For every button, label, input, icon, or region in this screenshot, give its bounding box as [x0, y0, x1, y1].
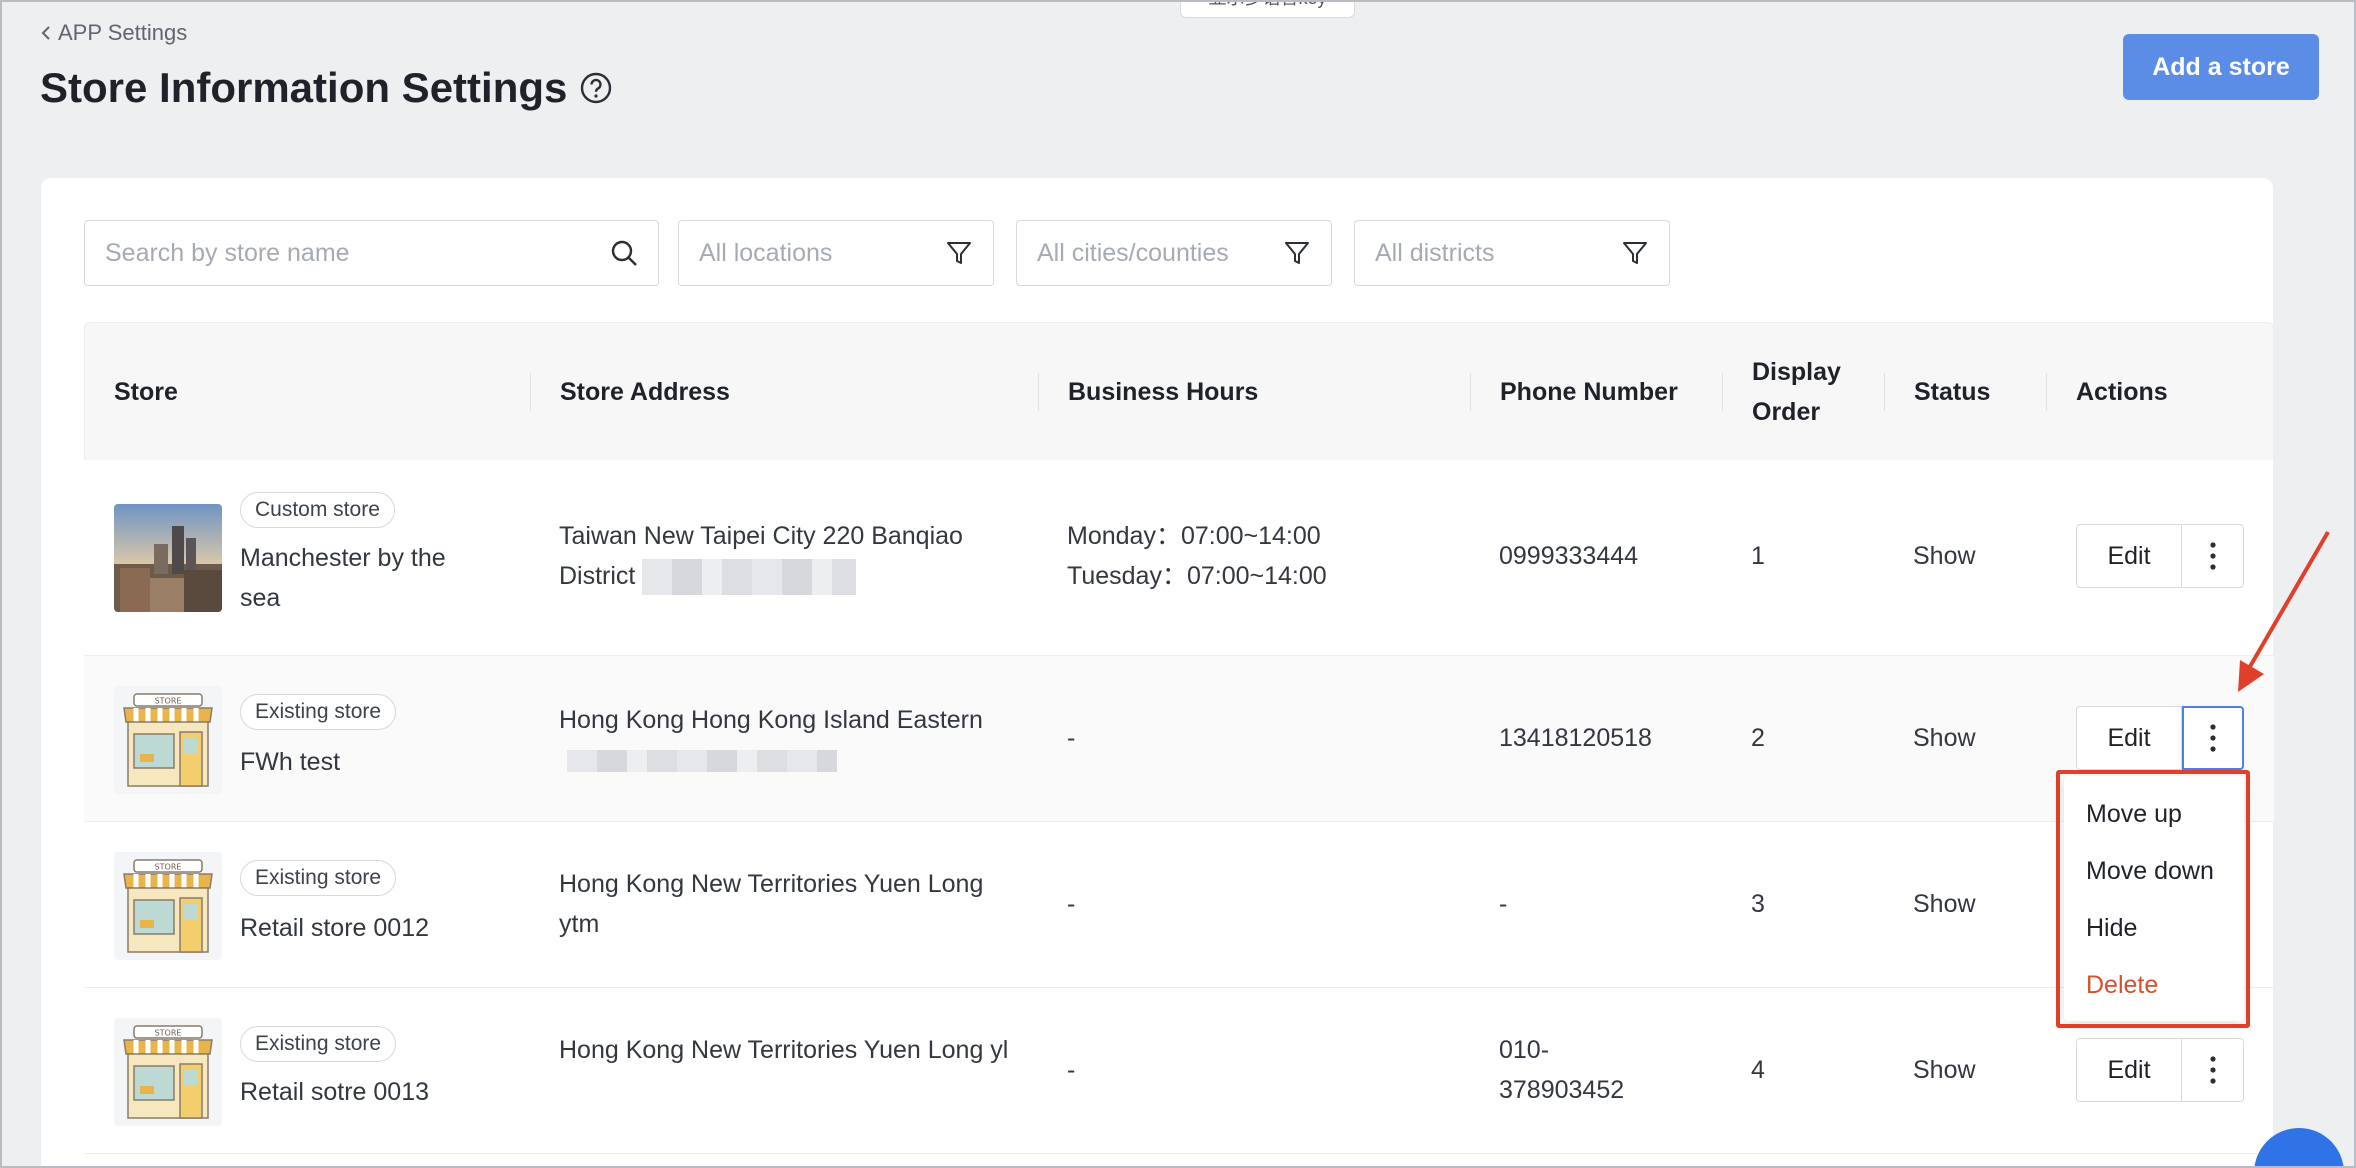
store-photo	[114, 504, 222, 612]
storefront-icon: STORE	[114, 852, 222, 960]
svg-text:STORE: STORE	[155, 697, 182, 706]
cities-filter[interactable]: All cities/counties	[1016, 220, 1332, 286]
back-link[interactable]: APP Settings	[40, 20, 187, 46]
row-actions-menu: Move up Move down Hide Delete	[2064, 776, 2244, 1021]
column-header-store: Store	[114, 378, 178, 406]
store-name: Retail store 0012	[240, 914, 430, 942]
cities-placeholder: All cities/counties	[1037, 238, 1229, 267]
menu-item-hide[interactable]: Hide	[2064, 900, 2244, 957]
edit-button[interactable]: Edit	[2076, 1038, 2182, 1102]
chevron-left-icon	[41, 26, 50, 40]
column-header-address: Store Address	[560, 378, 730, 406]
filter-icon	[947, 242, 971, 264]
menu-item-delete[interactable]: Delete	[2064, 957, 2244, 1014]
page-title: Store Information Settings	[40, 64, 613, 112]
locations-filter[interactable]: All locations	[678, 220, 994, 286]
more-actions-button[interactable]	[2182, 1038, 2244, 1102]
more-vertical-icon	[2209, 1056, 2216, 1084]
column-header-actions: Actions	[2076, 378, 2168, 406]
phone-number: 010-378903452	[1499, 1036, 1625, 1104]
column-divider	[1038, 373, 1039, 411]
filter-icon	[1285, 242, 1309, 264]
column-divider	[1470, 373, 1471, 411]
row-actions: Edit	[2076, 524, 2244, 588]
column-header-status: Status	[1914, 378, 1991, 406]
business-hours: -	[1067, 890, 1076, 918]
column-divider	[1722, 373, 1723, 411]
edit-button[interactable]: Edit	[2076, 706, 2182, 770]
display-order: 3	[1751, 890, 1765, 918]
store-address: Hong Kong New Territories Yuen Long yl	[559, 1036, 1009, 1064]
column-header-hours: Business Hours	[1068, 378, 1259, 406]
row-actions: Edit	[2076, 706, 2244, 770]
store-icon-image: STORE	[114, 852, 222, 960]
store-name: Manchester by the sea	[240, 544, 446, 612]
display-order: 4	[1751, 1056, 1765, 1084]
column-divider	[530, 373, 531, 411]
status: Show	[1913, 724, 1976, 752]
table-row: STORE Existing store Retail store 0012 H…	[84, 822, 2274, 988]
table-row: STORE Existing store Retail sotre 0013 H…	[84, 988, 2274, 1154]
business-hours: -	[1067, 1056, 1076, 1084]
top-tab[interactable]: 显示多语言key	[1180, 0, 1355, 18]
redacted-address	[642, 559, 857, 596]
storefront-icon: STORE	[114, 686, 222, 794]
redacted-address	[567, 750, 837, 773]
column-divider	[1884, 373, 1885, 411]
column-header-order: Display Order	[1752, 358, 1841, 426]
table-header: Store Store Address Business Hours Phone…	[84, 322, 2274, 460]
store-type-badge: Existing store	[240, 1026, 397, 1062]
store-address: Hong Kong Hong Kong Island Eastern	[559, 700, 1019, 780]
more-vertical-icon	[2210, 724, 2216, 752]
store-type-badge: Existing store	[240, 694, 397, 730]
back-link-label: APP Settings	[58, 20, 188, 45]
locations-placeholder: All locations	[699, 238, 833, 267]
column-divider	[2046, 373, 2047, 411]
edit-button[interactable]: Edit	[2076, 524, 2182, 588]
more-vertical-icon	[2209, 542, 2216, 570]
districts-placeholder: All districts	[1375, 238, 1495, 267]
table-row: Custom store Manchester by the sea Taiwa…	[84, 460, 2274, 656]
status: Show	[1913, 1056, 1976, 1084]
store-type-badge: Existing store	[240, 860, 397, 896]
store-name: Retail sotre 0013	[240, 1078, 430, 1106]
more-actions-button[interactable]	[2182, 706, 2244, 770]
store-name: FWh test	[240, 748, 341, 776]
display-order: 2	[1751, 724, 1765, 752]
add-store-button[interactable]: Add a store	[2123, 34, 2319, 100]
business-hours: Monday：07:00~14:00 Tuesday：07:00~14:00	[1067, 522, 1327, 590]
status: Show	[1913, 542, 1976, 570]
help-icon[interactable]	[579, 71, 613, 105]
store-icon-image: STORE	[114, 686, 222, 794]
city-photo	[114, 504, 222, 612]
menu-item-move-up[interactable]: Move up	[2064, 786, 2244, 843]
search-input[interactable]: Search by store name	[84, 220, 659, 286]
annotation-arrow-icon	[2238, 530, 2330, 692]
status: Show	[1913, 890, 1976, 918]
search-icon[interactable]	[610, 239, 638, 267]
business-hours: -	[1067, 724, 1076, 752]
svg-text:STORE: STORE	[155, 863, 182, 872]
column-header-phone: Phone Number	[1500, 378, 1678, 406]
phone-number: 13418120518	[1499, 724, 1652, 752]
phone-number: 0999333444	[1499, 542, 1639, 570]
store-address: Hong Kong New Territories Yuen Long ytm	[559, 870, 984, 938]
filter-icon	[1623, 242, 1647, 264]
svg-text:STORE: STORE	[155, 1029, 182, 1038]
menu-item-move-down[interactable]: Move down	[2064, 843, 2244, 900]
phone-number: -	[1499, 890, 1508, 918]
store-address: Taiwan New Taipei City 220 Banqiao Distr…	[559, 516, 1019, 596]
storefront-icon: STORE	[114, 1018, 222, 1126]
display-order: 1	[1751, 542, 1765, 570]
districts-filter[interactable]: All districts	[1354, 220, 1670, 286]
table-row: STORE Existing store FWh test Hong Kong …	[84, 656, 2274, 822]
search-placeholder: Search by store name	[105, 238, 350, 267]
store-type-badge: Custom store	[240, 492, 395, 528]
store-icon-image: STORE	[114, 1018, 222, 1126]
row-actions: Edit	[2076, 1038, 2244, 1102]
